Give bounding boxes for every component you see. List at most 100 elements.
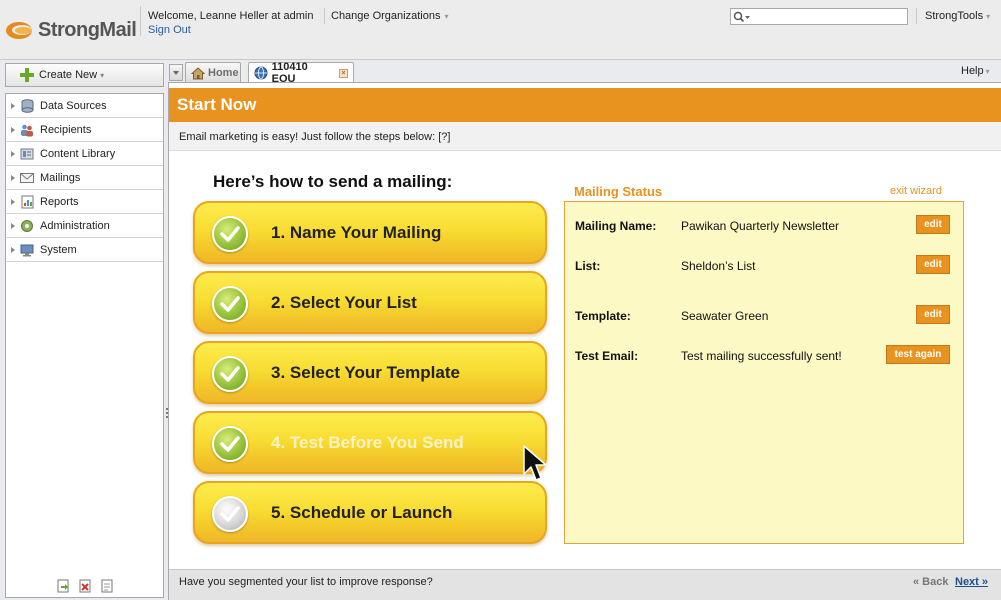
change-organizations-menu[interactable]: Change Organizations ▾ xyxy=(331,10,448,22)
step-label: 5. Schedule or Launch xyxy=(271,503,453,522)
mouse-cursor-icon xyxy=(523,445,547,481)
test-again-button[interactable]: test again xyxy=(886,345,950,364)
strongtools-label: StrongTools xyxy=(925,10,984,22)
sidebar-item-label: Recipients xyxy=(40,123,92,136)
main-panel: Start Now Email marketing is easy! Just … xyxy=(168,82,1001,600)
home-icon xyxy=(191,66,205,80)
header-divider xyxy=(324,8,325,24)
step-schedule-launch-button[interactable]: 5. Schedule or Launch xyxy=(193,481,547,544)
sidebar-item-label: Content Library xyxy=(40,147,116,160)
checkmark-icon xyxy=(212,356,248,392)
sidebar-item-reports[interactable]: Reports xyxy=(6,190,163,214)
expand-arrow-icon[interactable] xyxy=(11,102,15,109)
step-test-before-send-button[interactable]: 4. Test Before You Send xyxy=(193,411,547,474)
status-row-test-email: Test Email: Test mailing successfully se… xyxy=(575,345,955,367)
checkmark-pending-icon xyxy=(212,496,248,532)
edit-mailing-name-button[interactable]: edit xyxy=(916,215,950,234)
sidebar-item-label: Mailings xyxy=(40,171,81,184)
admin-gear-icon xyxy=(20,219,34,233)
sidebar-item-label: System xyxy=(40,243,77,256)
expand-arrow-icon[interactable] xyxy=(11,126,15,133)
tab-bar: Home 110410 EOU × xyxy=(168,60,1001,85)
next-link[interactable]: Next » xyxy=(955,576,988,588)
document-icon[interactable] xyxy=(100,579,114,593)
checkmark-icon xyxy=(212,286,248,322)
strongmail-logo[interactable]: StrongMail xyxy=(6,14,137,46)
step-label: 4. Test Before You Send xyxy=(271,433,464,452)
plus-icon xyxy=(20,68,34,82)
welcome-text: Welcome, Leanne Heller at admin xyxy=(148,10,314,22)
envelope-icon xyxy=(20,171,34,185)
status-value: Seawater Green xyxy=(681,309,769,323)
checkmark-icon xyxy=(212,426,248,462)
chevron-down-icon: ▾ xyxy=(985,67,990,76)
status-row-template: Template: Seawater Green edit xyxy=(575,305,955,327)
system-icon xyxy=(20,243,34,257)
page-title: Start Now xyxy=(177,95,257,114)
intro-text: Email marketing is easy! Just follow the… xyxy=(169,122,1001,151)
people-icon xyxy=(20,123,34,137)
sidebar-item-label: Administration xyxy=(40,219,110,232)
create-new-label: Create New xyxy=(39,69,98,81)
sidebar-item-recipients[interactable]: Recipients xyxy=(6,118,163,142)
sidebar-item-administration[interactable]: Administration xyxy=(6,214,163,238)
tab-home[interactable]: Home xyxy=(185,62,241,83)
footer-tip: Have you segmented your list to improve … xyxy=(179,576,433,588)
step-label: 3. Select Your Template xyxy=(271,363,460,382)
search-input[interactable] xyxy=(730,8,908,25)
strongtools-menu[interactable]: StrongTools ▾ xyxy=(925,10,990,22)
report-icon xyxy=(20,195,34,209)
sidebar-item-mailings[interactable]: Mailings xyxy=(6,166,163,190)
step-select-list-button[interactable]: 2. Select Your List xyxy=(193,271,547,334)
mailing-status-panel: Mailing Name: Pawikan Quarterly Newslett… xyxy=(564,201,964,544)
delete-icon[interactable] xyxy=(78,579,92,593)
expand-arrow-icon[interactable] xyxy=(11,246,15,253)
status-key: Template: xyxy=(575,309,631,323)
sidebar-item-content-library[interactable]: Content Library xyxy=(6,142,163,166)
export-icon[interactable] xyxy=(56,579,70,593)
sign-out-link[interactable]: Sign Out xyxy=(148,24,191,36)
close-tab-icon[interactable]: × xyxy=(339,68,348,78)
step-name-mailing-button[interactable]: 1. Name Your Mailing xyxy=(193,201,547,264)
globe-icon xyxy=(254,66,269,80)
steps-heading: Here’s how to send a mailing: xyxy=(213,172,453,191)
library-icon xyxy=(20,147,34,161)
edit-template-button[interactable]: edit xyxy=(916,305,950,324)
status-value: Sheldon’s List xyxy=(681,259,756,273)
status-value: Test mailing successfully sent! xyxy=(681,349,842,363)
sidebar-item-system[interactable]: System xyxy=(6,238,163,262)
expand-arrow-icon[interactable] xyxy=(11,222,15,229)
step-label: 1. Name Your Mailing xyxy=(271,223,442,242)
status-key: Mailing Name: xyxy=(575,219,657,233)
back-link[interactable]: « Back xyxy=(913,576,948,588)
tab-list-menu-button[interactable] xyxy=(169,64,183,81)
status-row-list: List: Sheldon’s List edit xyxy=(575,255,955,277)
expand-arrow-icon[interactable] xyxy=(11,174,15,181)
exit-wizard-link[interactable]: exit wizard xyxy=(890,185,942,197)
tab-mailing-110410-eou[interactable]: 110410 EOU × xyxy=(248,61,354,85)
sidebar-item-label: Data Sources xyxy=(40,99,107,112)
sidebar-toolbar xyxy=(6,579,163,593)
help-menu[interactable]: Help ▾ xyxy=(961,65,990,77)
step-label: 2. Select Your List xyxy=(271,293,417,312)
chevron-down-icon: ▾ xyxy=(986,12,991,21)
search-icon[interactable] xyxy=(733,11,751,23)
header-divider xyxy=(916,8,917,24)
status-key: Test Email: xyxy=(575,349,639,363)
expand-arrow-icon[interactable] xyxy=(11,150,15,157)
logo-text: StrongMail xyxy=(38,18,137,41)
sidebar-item-label: Reports xyxy=(40,195,79,208)
status-row-mailing-name: Mailing Name: Pawikan Quarterly Newslett… xyxy=(575,215,955,237)
wizard-footer: Have you segmented your list to improve … xyxy=(169,569,1001,600)
step-select-template-button[interactable]: 3. Select Your Template xyxy=(193,341,547,404)
expand-arrow-icon[interactable] xyxy=(11,198,15,205)
tab-home-label: Home xyxy=(208,67,239,79)
chevron-down-icon: ▾ xyxy=(100,70,105,80)
create-new-button[interactable]: Create New ▾ xyxy=(5,63,164,87)
start-now-banner: Start Now xyxy=(169,88,1001,122)
sidebar-nav: Data Sources Recipients Content Library … xyxy=(5,93,164,598)
status-key: List: xyxy=(575,259,601,273)
edit-list-button[interactable]: edit xyxy=(916,255,950,274)
help-label: Help xyxy=(961,65,984,77)
sidebar-item-data-sources[interactable]: Data Sources xyxy=(6,94,163,118)
